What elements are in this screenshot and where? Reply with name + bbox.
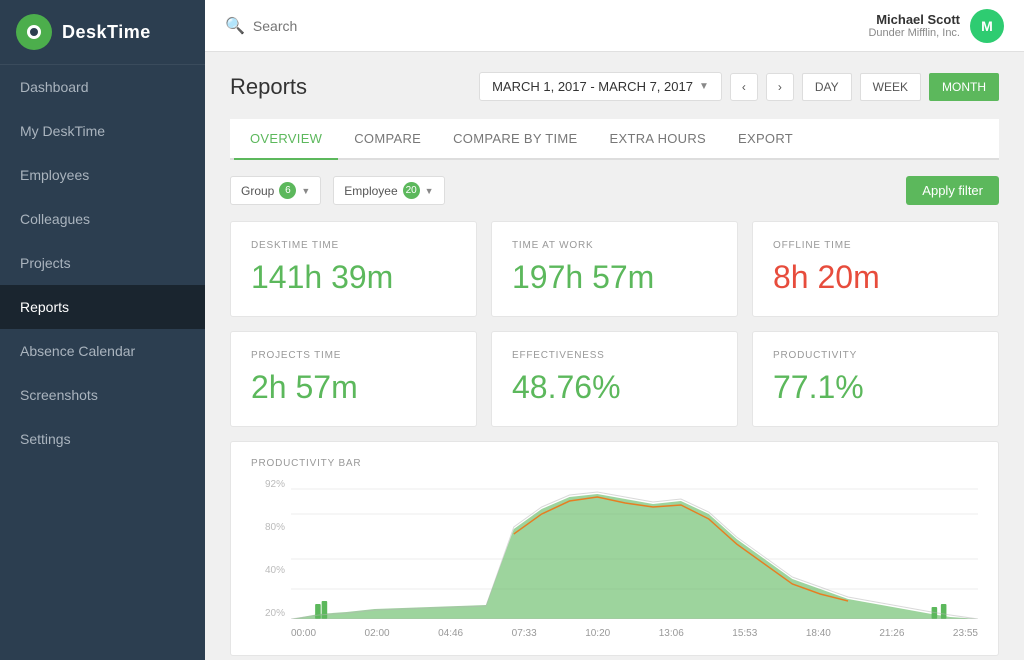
user-name: Michael Scott xyxy=(868,12,960,27)
stat-card-time-at-work: TIME AT WORK 197h 57m xyxy=(491,221,738,317)
y-label-1: 80% xyxy=(265,522,285,533)
x-label-0: 00:00 xyxy=(291,628,316,639)
sidebar-nav: Dashboard My DeskTime Employees Colleagu… xyxy=(0,65,205,461)
sidebar-item-absence-calendar[interactable]: Absence Calendar xyxy=(0,329,205,373)
date-range-text: MARCH 1, 2017 - MARCH 7, 2017 xyxy=(492,79,693,94)
search-container: 🔍 xyxy=(225,16,868,36)
stat-label-desktime: DESKTIME TIME xyxy=(251,240,456,251)
month-period-button[interactable]: MONTH xyxy=(929,73,999,101)
filter-bar: Group 6 ▼ Employee 20 ▼ Apply filter xyxy=(230,176,999,205)
date-range-display[interactable]: MARCH 1, 2017 - MARCH 7, 2017 ▼ xyxy=(479,72,722,101)
brand-name: DeskTime xyxy=(62,22,151,43)
stat-card-desktime-time: DESKTIME TIME 141h 39m xyxy=(230,221,477,317)
prev-period-button[interactable]: ‹ xyxy=(730,73,758,101)
next-period-button[interactable]: › xyxy=(766,73,794,101)
sidebar-item-reports[interactable]: Reports xyxy=(0,285,205,329)
stats-row-1: DESKTIME TIME 141h 39m TIME AT WORK 197h… xyxy=(230,221,999,317)
x-label-8: 21:26 xyxy=(879,628,904,639)
logo-icon xyxy=(16,14,52,50)
sidebar-item-colleagues[interactable]: Colleagues xyxy=(0,197,205,241)
chevron-down-icon: ▼ xyxy=(699,81,709,92)
stat-label-productivity: PRODUCTIVITY xyxy=(773,350,978,361)
y-label-2: 40% xyxy=(265,565,285,576)
stat-card-offline-time: OFFLINE TIME 8h 20m xyxy=(752,221,999,317)
employee-filter-button[interactable]: Employee 20 ▼ xyxy=(333,176,444,205)
employee-filter-count: 20 xyxy=(403,182,420,199)
group-filter-count: 6 xyxy=(279,182,296,199)
main-content: 🔍 Michael Scott Dunder Mifflin, Inc. M R… xyxy=(205,0,1024,660)
x-label-2: 04:46 xyxy=(438,628,463,639)
chart-y-axis: 92% 80% 40% 20% xyxy=(251,479,291,619)
x-label-4: 10:20 xyxy=(585,628,610,639)
y-label-0: 92% xyxy=(265,479,285,490)
y-label-3: 20% xyxy=(265,608,285,619)
stat-label-time-at-work: TIME AT WORK xyxy=(512,240,717,251)
stat-value-desktime: 141h 39m xyxy=(251,259,456,296)
day-period-button[interactable]: DAY xyxy=(802,73,852,101)
page-header: Reports MARCH 1, 2017 - MARCH 7, 2017 ▼ … xyxy=(230,72,999,101)
apply-filter-button[interactable]: Apply filter xyxy=(906,176,999,205)
chart-svg xyxy=(291,479,978,619)
topbar: 🔍 Michael Scott Dunder Mifflin, Inc. M xyxy=(205,0,1024,52)
tab-extra-hours[interactable]: EXTRA HOURS xyxy=(594,119,722,160)
group-filter-label: Group xyxy=(241,184,274,198)
x-label-7: 18:40 xyxy=(806,628,831,639)
x-label-1: 02:00 xyxy=(365,628,390,639)
sidebar-item-employees[interactable]: Employees xyxy=(0,153,205,197)
search-icon: 🔍 xyxy=(225,16,245,36)
stat-label-projects: PROJECTS TIME xyxy=(251,350,456,361)
chart-container: 92% 80% 40% 20% xyxy=(251,479,978,639)
content-area: Reports MARCH 1, 2017 - MARCH 7, 2017 ▼ … xyxy=(205,52,1024,660)
user-avatar[interactable]: M xyxy=(970,9,1004,43)
stat-label-offline: OFFLINE TIME xyxy=(773,240,978,251)
week-period-button[interactable]: WEEK xyxy=(860,73,921,101)
user-company: Dunder Mifflin, Inc. xyxy=(868,27,960,39)
sidebar-item-screenshots[interactable]: Screenshots xyxy=(0,373,205,417)
x-label-3: 07:33 xyxy=(512,628,537,639)
group-filter-button[interactable]: Group 6 ▼ xyxy=(230,176,321,205)
stat-label-effectiveness: EFFECTIVENESS xyxy=(512,350,717,361)
chart-x-axis: 00:00 02:00 04:46 07:33 10:20 13:06 15:5… xyxy=(291,628,978,639)
stat-value-offline: 8h 20m xyxy=(773,259,978,296)
sidebar-item-projects[interactable]: Projects xyxy=(0,241,205,285)
stats-row-2: PROJECTS TIME 2h 57m EFFECTIVENESS 48.76… xyxy=(230,331,999,427)
x-label-9: 23:55 xyxy=(953,628,978,639)
employee-filter-label: Employee xyxy=(344,184,397,198)
user-text: Michael Scott Dunder Mifflin, Inc. xyxy=(868,12,960,39)
sidebar-item-my-desktime[interactable]: My DeskTime xyxy=(0,109,205,153)
sidebar-item-dashboard[interactable]: Dashboard xyxy=(0,65,205,109)
stat-card-projects-time: PROJECTS TIME 2h 57m xyxy=(230,331,477,427)
user-info: Michael Scott Dunder Mifflin, Inc. M xyxy=(868,9,1004,43)
search-input[interactable] xyxy=(253,18,453,34)
sidebar: DeskTime Dashboard My DeskTime Employees… xyxy=(0,0,205,660)
x-label-5: 13:06 xyxy=(659,628,684,639)
app-logo: DeskTime xyxy=(0,0,205,65)
page-title: Reports xyxy=(230,74,307,100)
date-range-container: MARCH 1, 2017 - MARCH 7, 2017 ▼ ‹ › DAY … xyxy=(479,72,999,101)
chart-title: PRODUCTIVITY BAR xyxy=(251,458,978,469)
tabs-bar: OVERVIEW COMPARE COMPARE BY TIME EXTRA H… xyxy=(230,119,999,160)
x-label-6: 15:53 xyxy=(732,628,757,639)
stat-value-productivity: 77.1% xyxy=(773,369,978,406)
productivity-chart-card: PRODUCTIVITY BAR 92% 80% 40% 20% xyxy=(230,441,999,656)
tab-compare[interactable]: COMPARE xyxy=(338,119,437,160)
employee-filter-chevron: ▼ xyxy=(425,186,434,196)
stat-card-effectiveness: EFFECTIVENESS 48.76% xyxy=(491,331,738,427)
stat-card-productivity: PRODUCTIVITY 77.1% xyxy=(752,331,999,427)
tab-export[interactable]: EXPORT xyxy=(722,119,809,160)
stat-value-time-at-work: 197h 57m xyxy=(512,259,717,296)
group-filter-chevron: ▼ xyxy=(301,186,310,196)
tab-overview[interactable]: OVERVIEW xyxy=(234,119,338,160)
stat-value-effectiveness: 48.76% xyxy=(512,369,717,406)
sidebar-item-settings[interactable]: Settings xyxy=(0,417,205,461)
tab-compare-by-time[interactable]: COMPARE BY TIME xyxy=(437,119,593,160)
stat-value-projects: 2h 57m xyxy=(251,369,456,406)
